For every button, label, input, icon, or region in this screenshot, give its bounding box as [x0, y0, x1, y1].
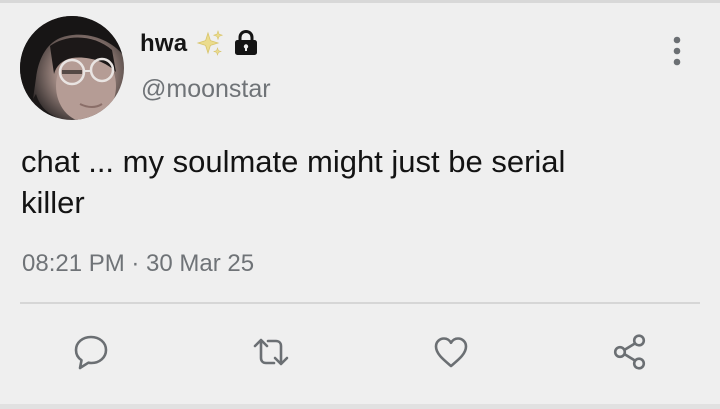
tweet-card: hwa @moonstar chat ... my soulmate might…: [0, 0, 720, 409]
more-options-button[interactable]: [662, 33, 692, 69]
like-button[interactable]: [431, 332, 471, 372]
share-icon: [613, 334, 646, 370]
reply-button[interactable]: [71, 332, 111, 372]
retweet-button[interactable]: [251, 332, 291, 372]
avatar[interactable]: [20, 16, 124, 120]
share-button[interactable]: [610, 332, 650, 372]
sparkles-icon: [194, 29, 224, 59]
user-handle[interactable]: @moonstar: [141, 75, 271, 104]
lock-icon: [232, 29, 260, 56]
tweet-text: chat ... my soulmate might just be seria…: [21, 144, 566, 220]
bottom-edge: [0, 404, 720, 409]
tweet-timestamp[interactable]: 08:21 PM · 30 Mar 25: [22, 250, 254, 278]
retweet-icon: [253, 338, 289, 366]
heart-icon: [434, 337, 468, 368]
display-name[interactable]: hwa: [140, 30, 187, 58]
more-vertical-icon: [673, 36, 681, 66]
divider: [20, 302, 700, 304]
speech-bubble-icon: [74, 335, 108, 370]
